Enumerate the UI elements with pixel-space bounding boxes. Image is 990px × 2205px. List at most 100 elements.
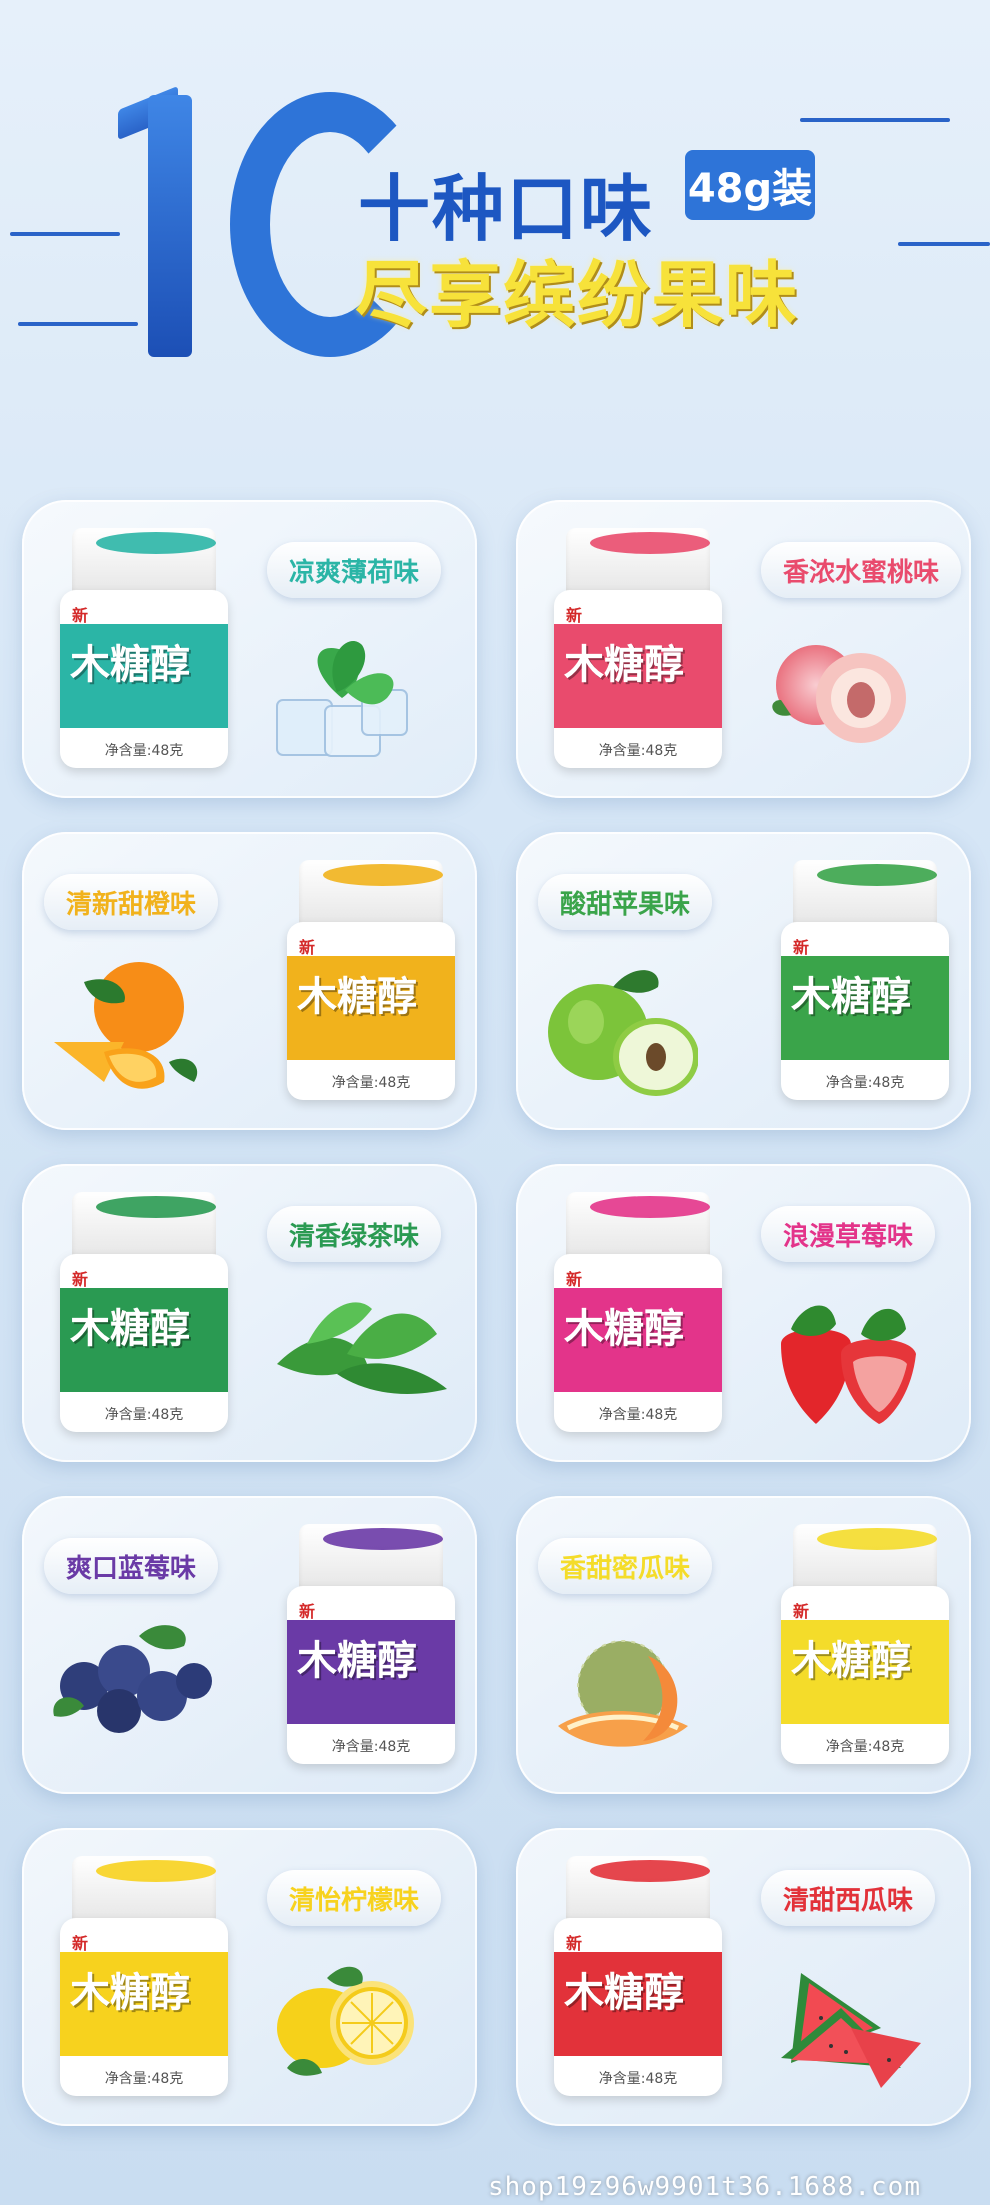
jar-body: 新 木糖醇 净含量:48克 [554,1254,722,1432]
jar-cap-label [590,532,710,554]
flavor-card[interactable]: 新 木糖醇 净含量:48克 爽口蓝莓味 [22,1496,477,1794]
net-weight: 净含量:48克 [104,1407,184,1423]
net-weight: 净含量:48克 [825,1075,905,1091]
new-label: 新 [72,606,89,625]
jar-body: 新 木糖醇 净含量:48克 [60,590,228,768]
jar-cap [72,1856,216,1926]
flavor-label-text: 清甜西瓜味 [783,1885,914,1916]
jar-cap-label [96,1860,216,1882]
jar-body: 新 木糖醇 净含量:48克 [781,1586,949,1764]
flavor-card[interactable]: 新 木糖醇 净含量:48克 香甜密瓜味 [516,1496,971,1794]
flavor-label-text: 爽口蓝莓味 [66,1553,197,1584]
jar-cap-label [323,1528,443,1550]
product-jar: 新 木糖醇 净含量:48克 [287,860,455,1100]
jar-cap-label [817,1528,937,1550]
product-jar: 新 木糖醇 净含量:48克 [60,1192,228,1432]
jar-cap [566,528,710,598]
jar-cap-label [96,1196,216,1218]
net-weight: 净含量:48克 [104,743,184,759]
net-weight: 净含量:48克 [331,1075,411,1091]
product-jar: 新 木糖醇 净含量:48克 [554,1192,722,1432]
jar-cap [793,1524,937,1594]
flavor-label: 清香绿茶味 [267,1206,442,1262]
lemon-icon [267,1948,427,2102]
flavor-card[interactable]: 新 木糖醇 净含量:48克 清怡柠檬味 [22,1828,477,2126]
product-jar: 新 木糖醇 净含量:48克 [781,1524,949,1764]
jar-cap [299,1524,443,1594]
new-label: 新 [299,1602,316,1621]
jar-cap [299,860,443,930]
net-weight: 净含量:48克 [104,2071,184,2087]
product-jar: 新 木糖醇 净含量:48克 [554,528,722,768]
flavor-label-text: 清香绿茶味 [289,1221,420,1252]
jar-body: 新 木糖醇 净含量:48克 [60,1918,228,2096]
flavor-label: 浪漫草莓味 [761,1206,936,1262]
brand-label: 木糖醇 [791,974,911,1020]
new-label: 新 [566,1270,583,1289]
jar-body: 新 木糖醇 净含量:48克 [554,590,722,768]
jar-body: 新 木糖醇 净含量:48克 [554,1918,722,2096]
product-jar: 新 木糖醇 净含量:48克 [781,860,949,1100]
flavor-label: 凉爽薄荷味 [267,542,442,598]
brand-label: 木糖醇 [791,1638,911,1684]
jar-cap [566,1192,710,1262]
jar-cap [72,528,216,598]
brand-label: 木糖醇 [564,642,684,688]
net-weight: 净含量:48克 [598,1407,678,1423]
jar-body: 新 木糖醇 净含量:48克 [781,922,949,1100]
flavor-label-text: 酸甜苹果味 [560,889,691,920]
jar-body: 新 木糖醇 净含量:48克 [287,922,455,1100]
green-apple-icon [538,952,699,1106]
net-weight: 净含量:48克 [598,743,678,759]
jar-cap [566,1856,710,1926]
product-jar: 新 木糖醇 净含量:48克 [554,1856,722,2096]
flavor-label: 香浓水蜜桃味 [761,542,962,598]
flavor-label-text: 浪漫草莓味 [783,1221,914,1252]
jar-body: 新 木糖醇 净含量:48克 [60,1254,228,1432]
header-line-left-top [10,232,120,236]
flavor-label: 清怡柠檬味 [267,1870,442,1926]
header-line-right-bottom [898,242,990,246]
brand-label: 木糖醇 [70,1306,190,1352]
shop-watermark: shop19z96w9901t36.1688.com [488,2172,921,2202]
flavor-label-text: 清新甜橙味 [66,889,197,920]
flavor-label-text: 香浓水蜜桃味 [783,557,940,588]
tea-leaf-icon [267,1284,457,1418]
peach-icon [761,620,911,764]
header-line-left-bottom [18,322,138,326]
flavor-card[interactable]: 新 木糖醇 净含量:48克 清香绿茶味 [22,1164,477,1462]
flavor-label: 香甜密瓜味 [538,1538,713,1594]
flavor-label: 清甜西瓜味 [761,1870,936,1926]
brand-label: 木糖醇 [297,974,417,1020]
melon-icon [538,1616,708,1770]
mint-icon [267,620,417,774]
net-weight: 净含量:48克 [598,2071,678,2087]
flavor-card[interactable]: 新 木糖醇 净含量:48克 清甜西瓜味 [516,1828,971,2126]
jar-cap-label [323,864,443,886]
flavor-label-text: 凉爽薄荷味 [289,557,420,588]
product-jar: 新 木糖醇 净含量:48克 [60,1856,228,2096]
new-label: 新 [72,1934,89,1953]
flavor-card[interactable]: 新 木糖醇 净含量:48克 清新甜橙味 [22,832,477,1130]
flavor-card[interactable]: 新 木糖醇 净含量:48克 香浓水蜜桃味 [516,500,971,798]
jar-body: 新 木糖醇 净含量:48克 [287,1586,455,1764]
flavor-label-text: 香甜密瓜味 [560,1553,691,1584]
flavor-label: 清新甜橙味 [44,874,219,930]
new-label: 新 [566,606,583,625]
jar-cap-label [817,864,937,886]
orange-icon [44,952,214,1106]
new-label: 新 [566,1934,583,1953]
blueberry-icon [44,1616,214,1740]
jar-cap-label [590,1196,710,1218]
title-subtitle: 尽享缤纷果味 [355,253,800,337]
jar-cap-label [96,532,216,554]
flavor-label: 酸甜苹果味 [538,874,713,930]
brand-label: 木糖醇 [564,1306,684,1352]
new-label: 新 [299,938,316,957]
product-jar: 新 木糖醇 净含量:48克 [60,528,228,768]
flavor-card[interactable]: 新 木糖醇 净含量:48克 浪漫草莓味 [516,1164,971,1462]
flavor-card[interactable]: 新 木糖醇 净含量:48克 凉爽薄荷味 [22,500,477,798]
brand-label: 木糖醇 [70,1970,190,2016]
flavor-card[interactable]: 新 木糖醇 净含量:48克 酸甜苹果味 [516,832,971,1130]
net-weight: 净含量:48克 [331,1739,411,1755]
